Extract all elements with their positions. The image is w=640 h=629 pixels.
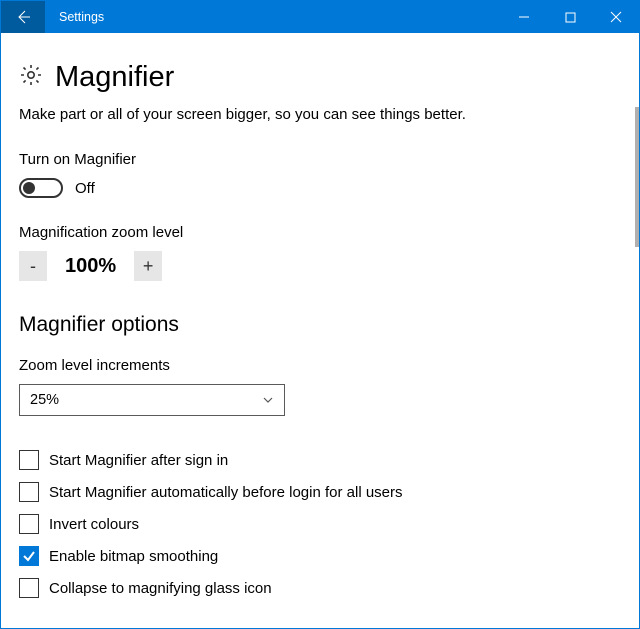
magnifier-toggle-row: Off bbox=[19, 178, 615, 198]
checkbox-label: Start Magnifier after sign in bbox=[49, 452, 228, 469]
zoom-decrease-button[interactable]: - bbox=[19, 251, 47, 281]
window-title: Settings bbox=[45, 1, 118, 33]
checkbox[interactable] bbox=[19, 578, 39, 598]
checkbox-label: Invert colours bbox=[49, 516, 139, 533]
checkbox[interactable] bbox=[19, 450, 39, 470]
checkbox-label: Start Magnifier automatically before log… bbox=[49, 484, 403, 501]
settings-window: Settings Magnifier Make part or all of y… bbox=[0, 0, 640, 629]
zoom-increments-select[interactable]: 25% bbox=[19, 384, 285, 416]
titlebar: Settings bbox=[1, 1, 639, 33]
checkbox[interactable] bbox=[19, 514, 39, 534]
zoom-value: 100% bbox=[59, 255, 122, 278]
checkbox-list: Start Magnifier after sign in Start Magni… bbox=[19, 450, 615, 598]
page-subtitle: Make part or all of your screen bigger, … bbox=[19, 106, 615, 123]
zoom-row: - 100% + bbox=[19, 251, 615, 281]
increments-label: Zoom level increments bbox=[19, 357, 615, 374]
checkbox[interactable] bbox=[19, 546, 39, 566]
page-title: Magnifier bbox=[55, 61, 174, 94]
gear-icon bbox=[19, 63, 43, 92]
checkbox[interactable] bbox=[19, 482, 39, 502]
check-icon bbox=[22, 549, 36, 563]
content-wrap: Magnifier Make part or all of your scree… bbox=[1, 33, 639, 628]
zoom-increase-button[interactable]: + bbox=[134, 251, 162, 281]
zoom-label: Magnification zoom level bbox=[19, 224, 615, 241]
toggle-knob bbox=[23, 182, 35, 194]
close-icon bbox=[610, 11, 622, 23]
checkbox-row: Invert colours bbox=[19, 514, 615, 534]
checkbox-row: Start Magnifier after sign in bbox=[19, 450, 615, 470]
magnifier-toggle[interactable] bbox=[19, 178, 63, 198]
options-heading: Magnifier options bbox=[19, 313, 615, 337]
back-button[interactable] bbox=[1, 1, 45, 33]
maximize-icon bbox=[565, 12, 576, 23]
scrollbar-thumb[interactable] bbox=[635, 107, 639, 247]
checkbox-label: Enable bitmap smoothing bbox=[49, 548, 218, 565]
maximize-button[interactable] bbox=[547, 1, 593, 33]
page-header: Magnifier bbox=[19, 61, 615, 94]
arrow-left-icon bbox=[15, 9, 31, 25]
select-value: 25% bbox=[30, 392, 59, 408]
minimize-icon bbox=[518, 11, 530, 23]
checkbox-row: Start Magnifier automatically before log… bbox=[19, 482, 615, 502]
content: Magnifier Make part or all of your scree… bbox=[1, 33, 633, 628]
toggle-state-text: Off bbox=[75, 180, 95, 197]
checkbox-label: Collapse to magnifying glass icon bbox=[49, 580, 272, 597]
checkbox-row: Collapse to magnifying glass icon bbox=[19, 578, 615, 598]
checkbox-row: Enable bitmap smoothing bbox=[19, 546, 615, 566]
toggle-label: Turn on Magnifier bbox=[19, 151, 615, 168]
chevron-down-icon bbox=[262, 394, 274, 406]
minimize-button[interactable] bbox=[501, 1, 547, 33]
close-button[interactable] bbox=[593, 1, 639, 33]
scrollbar[interactable] bbox=[633, 33, 639, 628]
